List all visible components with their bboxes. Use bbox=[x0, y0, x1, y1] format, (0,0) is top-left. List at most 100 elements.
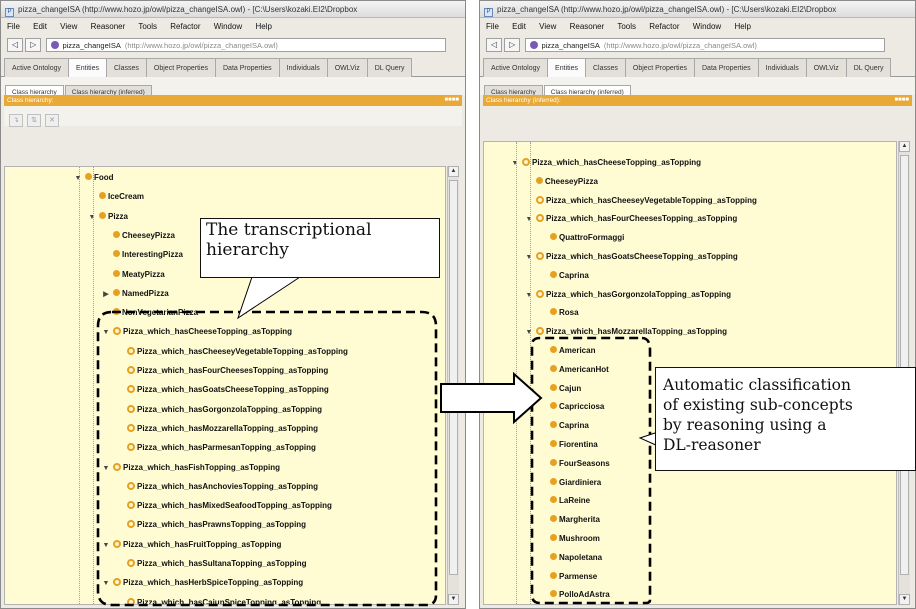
tab-classes[interactable]: Classes bbox=[585, 58, 626, 77]
tab-individuals[interactable]: Individuals bbox=[278, 58, 328, 77]
class-tree-node[interactable]: Margherita bbox=[538, 512, 600, 527]
expand-toggle-icon[interactable]: ▼ bbox=[101, 576, 111, 591]
delete-class-icon[interactable]: ✕ bbox=[45, 114, 59, 127]
class-tree-node[interactable]: ▼ Pizza_which_hasFourCheesesTopping_asTop… bbox=[524, 211, 737, 226]
class-tree-node[interactable]: ▼ Pizza_which_hasCheeseTopping_asTopping bbox=[510, 155, 701, 170]
add-subclass-icon[interactable]: ↴ bbox=[9, 114, 23, 127]
class-tree-node[interactable]: Cajun bbox=[538, 381, 581, 396]
panel-controls-icon[interactable]: ■■■■ bbox=[895, 95, 910, 106]
class-tree-node[interactable]: QuattroFormaggi bbox=[538, 230, 624, 245]
class-tree-node[interactable]: ▼ Pizza_which_hasFishTopping_asTopping bbox=[101, 460, 280, 475]
class-tree-node[interactable]: Pizza_which_hasCheeseyVegetableTopping_a… bbox=[524, 193, 757, 208]
class-tree-node[interactable]: Pizza_which_hasFourCheesesTopping_asTopp… bbox=[115, 363, 328, 378]
class-tree-node[interactable]: FourSeasons bbox=[538, 456, 610, 471]
ontology-selector[interactable]: pizza_changeISA (http://www.hozo.jp/owl/p… bbox=[525, 38, 886, 52]
menu-view[interactable]: View bbox=[60, 22, 77, 31]
panel-controls-icon[interactable]: ■■■■ bbox=[445, 95, 460, 106]
tab-active-ontology[interactable]: Active Ontology bbox=[483, 58, 549, 77]
tab-entities[interactable]: Entities bbox=[547, 58, 586, 77]
class-tree-node[interactable]: Caprina bbox=[538, 418, 589, 433]
tab-entities[interactable]: Entities bbox=[68, 58, 107, 77]
expand-toggle-icon[interactable]: ▼ bbox=[101, 461, 111, 476]
menu-window[interactable]: Window bbox=[693, 22, 721, 31]
expand-toggle-icon[interactable]: ▼ bbox=[524, 250, 534, 265]
class-tree-node[interactable]: Pizza_which_hasGoatsCheeseTopping_asTopp… bbox=[115, 382, 329, 397]
menu-tools[interactable]: Tools bbox=[138, 22, 157, 31]
expand-toggle-icon[interactable]: ▼ bbox=[73, 171, 83, 186]
scroll-down-icon[interactable]: ▼ bbox=[448, 594, 459, 605]
class-tree-node[interactable]: Rosa bbox=[538, 305, 579, 320]
class-tree-node[interactable]: Napoletana bbox=[538, 550, 602, 565]
tab-classes[interactable]: Classes bbox=[106, 58, 147, 77]
class-tree-node[interactable]: Mushroom bbox=[538, 531, 600, 546]
class-tree-node[interactable]: Capricciosa bbox=[538, 399, 604, 414]
scroll-down-icon[interactable]: ▼ bbox=[899, 594, 910, 605]
back-arrow-icon[interactable]: ◁ bbox=[7, 38, 23, 52]
class-tree-node[interactable]: Pizza_which_hasMozzarellaTopping_asToppi… bbox=[115, 421, 318, 436]
expand-toggle-icon[interactable]: ▼ bbox=[524, 212, 534, 227]
back-arrow-icon[interactable]: ◁ bbox=[486, 38, 502, 52]
class-tree-node[interactable]: PolloAdAstra bbox=[538, 587, 610, 602]
class-tree-node[interactable]: MeatyPizza bbox=[101, 267, 165, 282]
tab-data-properties[interactable]: Data Properties bbox=[694, 58, 759, 77]
class-tree-node[interactable]: ▼ Pizza_which_hasFruitTopping_asTopping bbox=[101, 537, 281, 552]
tab-owlviz[interactable]: OWLViz bbox=[326, 58, 368, 77]
tab-owlviz[interactable]: OWLViz bbox=[805, 58, 847, 77]
menu-help[interactable]: Help bbox=[734, 22, 750, 31]
expand-toggle-icon[interactable]: ▼ bbox=[510, 156, 520, 171]
expand-toggle-icon[interactable]: ▼ bbox=[87, 210, 97, 225]
menu-help[interactable]: Help bbox=[255, 22, 271, 31]
menu-refactor[interactable]: Refactor bbox=[170, 22, 200, 31]
class-tree-node[interactable]: ▼ Pizza_which_hasHerbSpiceTopping_asToppi… bbox=[101, 575, 303, 590]
class-tree-node[interactable]: CheeseyPizza bbox=[101, 228, 175, 243]
menu-edit[interactable]: Edit bbox=[512, 22, 526, 31]
class-tree-node[interactable]: Pizza_which_hasAnchoviesTopping_asToppin… bbox=[115, 479, 318, 494]
class-tree-node[interactable]: ▼ Pizza_which_hasCheeseTopping_asTopping bbox=[101, 324, 292, 339]
class-tree-node[interactable]: Pizza_which_hasParmesanTopping_asTopping bbox=[115, 440, 316, 455]
class-tree-node[interactable]: Pizza_which_hasMixedSeafoodTopping_asTop… bbox=[115, 498, 332, 513]
scroll-thumb[interactable] bbox=[900, 155, 909, 575]
class-tree-node[interactable]: Parmense bbox=[538, 569, 597, 584]
class-tree-node[interactable]: IceCream bbox=[87, 189, 144, 204]
menu-window[interactable]: Window bbox=[214, 22, 242, 31]
menu-tools[interactable]: Tools bbox=[617, 22, 636, 31]
menu-reasoner[interactable]: Reasoner bbox=[570, 22, 605, 31]
scroll-thumb[interactable] bbox=[449, 180, 458, 575]
class-tree-node[interactable]: Pizza_which_hasPrawnsTopping_asTopping bbox=[115, 517, 306, 532]
menu-refactor[interactable]: Refactor bbox=[649, 22, 679, 31]
tab-active-ontology[interactable]: Active Ontology bbox=[4, 58, 70, 77]
tab-data-properties[interactable]: Data Properties bbox=[215, 58, 280, 77]
class-tree-node[interactable]: Pizza_which_hasGorgonzolaTopping_asToppi… bbox=[115, 402, 322, 417]
expand-toggle-icon[interactable]: ▼ bbox=[524, 288, 534, 303]
class-tree-node[interactable]: ▼ Pizza_which_hasMozzarellaTopping_asTopp… bbox=[524, 324, 727, 339]
class-tree-node[interactable]: Pizza_which_hasSultanaTopping_asTopping bbox=[115, 556, 307, 571]
tab-dl-query[interactable]: DL Query bbox=[845, 58, 892, 77]
left-scrollbar[interactable]: ▲ ▼ bbox=[447, 166, 459, 605]
forward-arrow-icon[interactable]: ▷ bbox=[25, 38, 42, 52]
class-tree-node[interactable]: Pizza_which_hasCheeseyVegetableTopping_a… bbox=[115, 344, 348, 359]
tab-object-properties[interactable]: Object Properties bbox=[145, 58, 216, 77]
forward-arrow-icon[interactable]: ▷ bbox=[504, 38, 521, 52]
scroll-up-icon[interactable]: ▲ bbox=[899, 141, 910, 152]
class-tree-node[interactable]: CheeseyPizza bbox=[524, 174, 598, 189]
add-sibling-icon[interactable]: ⇅ bbox=[27, 114, 41, 127]
class-tree-node[interactable]: LaReine bbox=[538, 493, 590, 508]
class-tree-node[interactable]: ▼ Pizza_which_hasGorgonzolaTopping_asTopp… bbox=[524, 287, 731, 302]
ontology-selector[interactable]: pizza_changeISA (http://www.hozo.jp/owl/p… bbox=[46, 38, 447, 52]
menu-file[interactable]: File bbox=[7, 22, 20, 31]
collapse-toggle-icon[interactable]: ▶ bbox=[101, 287, 111, 302]
tab-dl-query[interactable]: DL Query bbox=[366, 58, 413, 77]
expand-toggle-icon[interactable]: ▼ bbox=[524, 325, 534, 340]
menu-edit[interactable]: Edit bbox=[33, 22, 47, 31]
class-tree-node[interactable]: American bbox=[538, 343, 595, 358]
class-tree-node[interactable]: ▼ Pizza_which_hasGoatsCheeseTopping_asTop… bbox=[524, 249, 738, 264]
class-tree-node[interactable]: Fiorentina bbox=[538, 437, 598, 452]
class-tree-node[interactable]: AmericanHot bbox=[538, 362, 609, 377]
menu-file[interactable]: File bbox=[486, 22, 499, 31]
class-tree-node[interactable]: ▶ NamedPizza bbox=[101, 286, 169, 301]
menu-view[interactable]: View bbox=[539, 22, 556, 31]
tab-object-properties[interactable]: Object Properties bbox=[624, 58, 695, 77]
expand-toggle-icon[interactable]: ▼ bbox=[101, 325, 111, 340]
tab-individuals[interactable]: Individuals bbox=[757, 58, 807, 77]
menu-reasoner[interactable]: Reasoner bbox=[91, 22, 126, 31]
